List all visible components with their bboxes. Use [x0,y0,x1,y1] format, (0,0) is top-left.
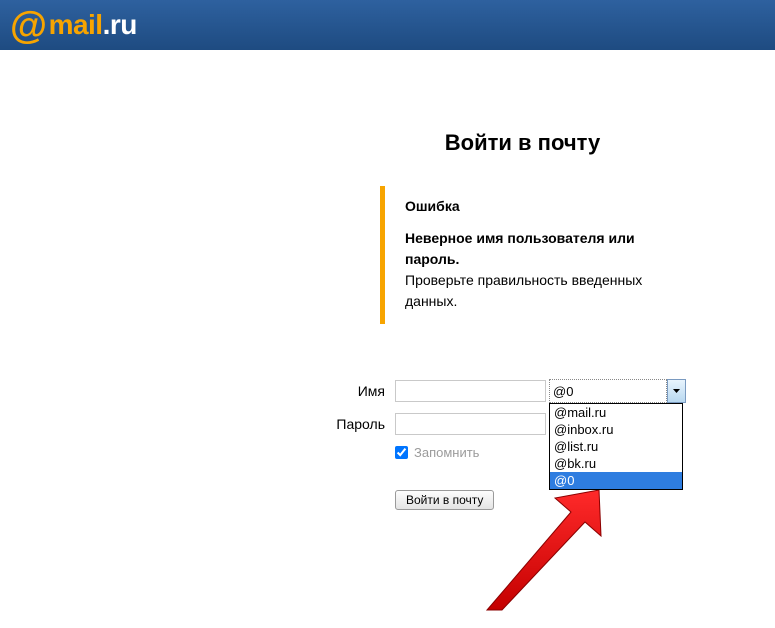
login-panel: Войти в почту Ошибка Неверное имя пользо… [330,130,690,510]
mailru-logo[interactable]: @mail.ru [10,4,137,47]
logo-at-icon: @ [10,5,47,48]
domain-dropdown-button[interactable] [667,379,686,403]
error-message-text: Проверьте правильность введенных данных. [405,270,690,312]
app-header: @mail.ru [0,0,775,50]
domain-selected-text: @0 [553,384,573,399]
username-label: Имя [330,383,385,399]
error-title: Ошибка [405,198,690,214]
password-input[interactable] [395,413,546,435]
error-box: Ошибка Неверное имя пользователя или пар… [380,186,690,324]
logo-text-dot: . [103,9,110,41]
remember-label: Запомнить [414,445,479,460]
domain-dropdown-list: @mail.ru @inbox.ru @list.ru @bk.ru @0 [549,403,683,490]
domain-option-bkru[interactable]: @bk.ru [550,455,682,472]
password-label: Пароль [330,416,385,432]
remember-checkbox[interactable] [395,446,408,459]
submit-row: Войти в почту [395,490,690,510]
domain-option-zero[interactable]: @0 [550,472,682,489]
username-row: Имя @0 @mail.ru @inbox.ru @list.ru @bk.r… [330,379,690,403]
domain-option-listru[interactable]: @list.ru [550,438,682,455]
domain-select[interactable]: @0 [549,379,667,403]
username-input[interactable] [395,380,546,402]
logo-text-mail: mail [49,9,103,41]
domain-select-wrap: @0 @mail.ru @inbox.ru @list.ru @bk.ru @0 [549,379,686,403]
domain-option-inboxru[interactable]: @inbox.ru [550,421,682,438]
error-message-strong: Неверное имя пользователя или пароль. [405,228,690,270]
domain-option-mailru[interactable]: @mail.ru [550,404,682,421]
chevron-down-icon [673,389,680,393]
logo-text-ru: ru [110,9,137,41]
page-title: Войти в почту [355,130,690,156]
login-button[interactable]: Войти в почту [395,490,494,510]
